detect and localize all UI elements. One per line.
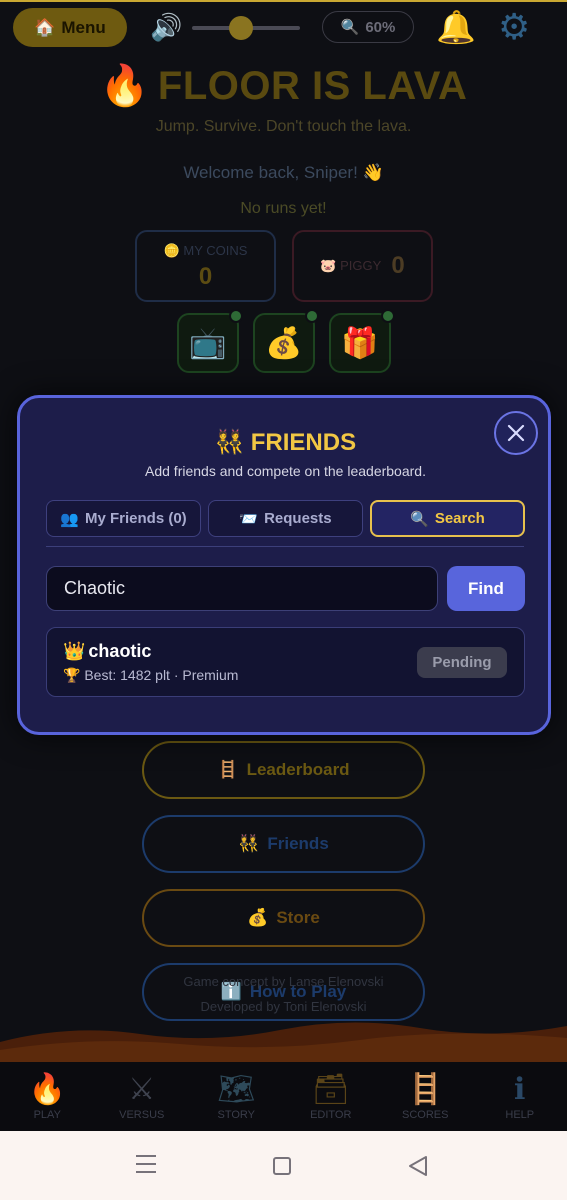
friends-dialog: 👯 FRIENDS Add friends and compete on the … [17, 395, 551, 735]
money-bag-icon: 💰 [265, 326, 303, 360]
nav-story-label: STORY [217, 1108, 256, 1121]
game-title: 🔥 FLOOR IS LAVA [0, 62, 567, 109]
info-icon: ℹ [514, 1072, 526, 1106]
recent-apps-icon[interactable] [136, 1155, 156, 1175]
zoom-control[interactable]: 🔍 60% [322, 11, 414, 43]
piggy-value: 0 [391, 252, 405, 279]
magnifier-icon: 🔍 [340, 19, 360, 36]
nav-play-label: PLAY [33, 1108, 61, 1121]
bottom-navigation: 🔥 PLAY ⚔ VERSUS 🗺 STORY 🗃 EDITOR 🪜 SCORE… [0, 1062, 567, 1131]
tv-icon: 📺 [189, 326, 227, 360]
volume-slider-knob[interactable] [228, 16, 253, 40]
game-tagline: Jump. Survive. Don't touch the lava. [155, 118, 412, 135]
nav-editor[interactable]: 🗃 EDITOR [284, 1062, 379, 1131]
people-icon: 👥 [60, 510, 79, 528]
coins-label: 🪙 MY COINS [163, 243, 248, 258]
notification-dot [381, 309, 395, 323]
trophy-icon: 🏆 [63, 667, 81, 683]
dialog-title-text: FRIENDS [250, 429, 357, 456]
coins-card: 🪙 MY COINS 0 [135, 230, 276, 302]
watch-ad-reward-button[interactable]: 📺 [177, 309, 243, 373]
home-icon: 🏠 [34, 17, 56, 37]
fire-icon: 🔥 [99, 64, 150, 108]
nav-versus-label: VERSUS [119, 1108, 165, 1121]
app-screen: 🏠 Menu 🔊 🔍 60% 🔔 ⚙ 🔥 FLOOR IS LAVA Jump. … [0, 0, 567, 1131]
nav-story[interactable]: 🗺 STORY [189, 1062, 284, 1131]
find-button[interactable]: Find [447, 566, 525, 611]
bell-icon[interactable]: 🔔 [436, 8, 476, 46]
store-label: Store [276, 908, 320, 927]
result-username-text: chaotic [88, 641, 152, 661]
top-bar: 🏠 Menu 🔊 🔍 60% 🔔 ⚙ [0, 0, 567, 56]
file-box-icon: 🗃 [311, 1072, 350, 1106]
result-username: 👑 chaotic [63, 641, 151, 662]
dialog-title: 👯 FRIENDS [20, 428, 551, 457]
nav-versus[interactable]: ⚔ VERSUS [95, 1062, 190, 1131]
tab-requests-label: Requests [264, 510, 332, 527]
credit-concept: Game concept by Lanse Elenovski [183, 974, 384, 989]
result-stats-text: Best: 1482 plt · Premium [84, 667, 239, 683]
menu-label: Menu [61, 17, 106, 37]
search-result-item: 👑 chaotic 🏆 Best: 1482 plt · Premium Pen… [46, 627, 525, 697]
pending-status-button[interactable]: Pending [417, 647, 507, 678]
tab-search[interactable]: 🔍 Search [370, 500, 525, 537]
nav-scores[interactable]: 🪜 SCORES [378, 1062, 473, 1131]
fire-icon: 🔥 [28, 1072, 66, 1106]
piggy-card[interactable]: 🐷 PIGGY 0 [292, 230, 433, 302]
gift-reward-button[interactable]: 🎁 [329, 309, 395, 373]
home-square-icon[interactable] [273, 1157, 291, 1175]
notification-dot [229, 309, 243, 323]
menu-button[interactable]: 🏠 Menu [13, 8, 127, 47]
volume-icon[interactable]: 🔊 [150, 12, 182, 43]
tab-search-label: Search [434, 510, 485, 527]
tab-my-friends[interactable]: 👥 My Friends (0) [46, 500, 201, 537]
friends-label: Friends [267, 834, 329, 853]
map-icon: 🗺 [217, 1072, 256, 1106]
friends-icon: 👯 [214, 429, 245, 456]
nav-scores-label: SCORES [402, 1108, 449, 1121]
friends-icon: 👯 [238, 834, 260, 853]
gift-icon: 🎁 [341, 326, 379, 360]
dialog-subtitle: Add friends and compete on the leaderboa… [145, 463, 426, 479]
credit-developer: Developed by Toni Elenovski [200, 999, 367, 1014]
notification-dot [305, 309, 319, 323]
back-triangle-icon[interactable] [406, 1154, 430, 1178]
tab-requests[interactable]: 📨 Requests [208, 500, 363, 537]
ladder-icon: 🪜 [217, 760, 239, 779]
piggy-label: 🐷 PIGGY [320, 258, 382, 273]
money-bag-reward-button[interactable]: 💰 [253, 309, 319, 373]
nav-editor-label: EDITOR [310, 1108, 352, 1121]
crossed-swords-icon: ⚔ [128, 1072, 156, 1106]
coins-value: 0 [198, 263, 213, 290]
zoom-value: 60% [365, 18, 396, 36]
search-icon: 🔍 [410, 510, 429, 528]
tab-divider [46, 546, 524, 547]
leaderboard-button[interactable]: 🪜 Leaderboard [142, 741, 425, 799]
no-runs-message: No runs yet! [240, 200, 327, 217]
leaderboard-label: Leaderboard [246, 760, 350, 779]
tab-my-friends-label: My Friends (0) [85, 510, 187, 527]
gear-icon[interactable]: ⚙ [498, 6, 530, 48]
lava-wave [0, 1022, 567, 1062]
crown-icon: 👑 [63, 641, 86, 661]
ladder-icon: 🪜 [406, 1072, 444, 1106]
nav-help[interactable]: ℹ HELP [473, 1062, 567, 1131]
nav-help-label: HELP [505, 1108, 535, 1121]
money-bag-icon: 💰 [247, 908, 269, 927]
store-button[interactable]: 💰 Store [142, 889, 425, 947]
welcome-message: Welcome back, Sniper! 👋 [183, 163, 384, 182]
search-input[interactable] [46, 566, 438, 611]
friends-button[interactable]: 👯 Friends [142, 815, 425, 873]
envelope-icon: 📨 [239, 510, 259, 528]
result-stats: 🏆 Best: 1482 plt · Premium [63, 667, 238, 684]
nav-play[interactable]: 🔥 PLAY [0, 1062, 95, 1131]
game-title-text: FLOOR IS LAVA [157, 64, 468, 108]
